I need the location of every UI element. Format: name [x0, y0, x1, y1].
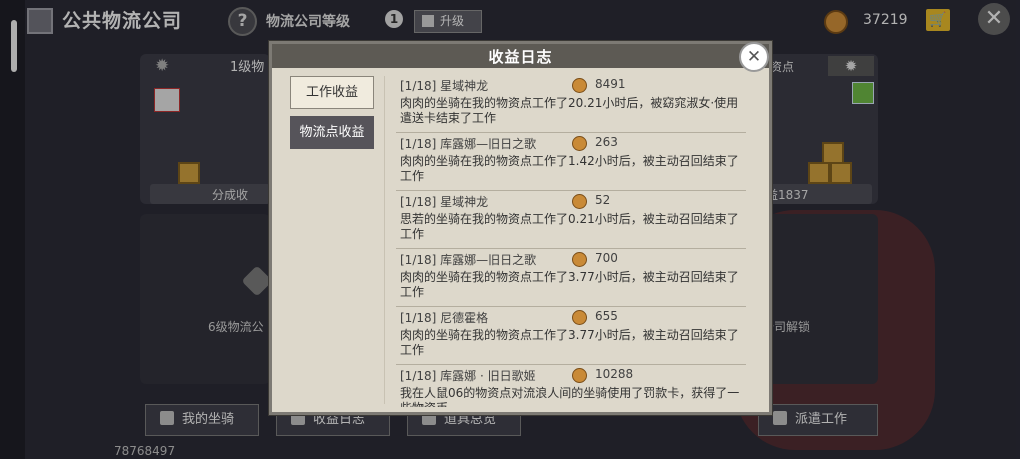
coin-icon — [572, 368, 587, 383]
log-amount: 10288 — [595, 367, 634, 381]
log-amount: 700 — [595, 251, 618, 265]
log-amount: 52 — [595, 193, 611, 207]
log-body: 肉肉的坐骑在我的物资点工作了20.21小时后，被窈窕淑女·使用遣送卡结束了工作 — [400, 96, 739, 125]
log-head: [1/18] 库露娜—旧日之歌 — [400, 137, 537, 151]
coin-icon — [572, 252, 587, 267]
list-item: [1/18] 库露娜—旧日之歌 263 肉肉的坐骑在我的物资点工作了1.42小时… — [396, 133, 746, 191]
coin-icon — [572, 136, 587, 151]
list-item: [1/18] 库露娜 · 旧日歌姬 10288 我在人鼠06的物资点对流浪人间的… — [396, 365, 746, 407]
tab-logistics-point-income[interactable]: 物流点收益 — [290, 116, 374, 149]
log-amount: 263 — [595, 135, 618, 149]
tab-work-income[interactable]: 工作收益 — [290, 76, 374, 109]
log-body: 肉肉的坐骑在我的物资点工作了3.77小时后，被主动召回结束了工作 — [400, 270, 739, 299]
income-log-modal: 收益日志 ✕ 工作收益 物流点收益 [1/18] 星域神龙 8491 肉肉的坐骑… — [269, 41, 772, 415]
close-icon[interactable]: ✕ — [739, 42, 769, 72]
log-list[interactable]: [1/18] 星域神龙 8491 肉肉的坐骑在我的物资点工作了20.21小时后，… — [396, 75, 746, 407]
divider — [384, 76, 385, 404]
list-item: [1/18] 库露娜—旧日之歌 700 肉肉的坐骑在我的物资点工作了3.77小时… — [396, 249, 746, 307]
log-head: [1/18] 库露娜 · 旧日歌姬 — [400, 369, 536, 383]
log-head: [1/18] 库露娜—旧日之歌 — [400, 253, 537, 267]
list-item: [1/18] 尼德霍格 655 肉肉的坐骑在我的物资点工作了3.77小时后，被主… — [396, 307, 746, 365]
modal-title: 收益日志 — [488, 48, 553, 66]
log-amount: 8491 — [595, 77, 626, 91]
modal-header: 收益日志 — [272, 44, 769, 68]
log-amount: 655 — [595, 309, 618, 323]
log-head: [1/18] 星域神龙 — [400, 195, 489, 209]
log-head: [1/18] 尼德霍格 — [400, 311, 489, 325]
list-item: [1/18] 星域神龙 52 思若的坐骑在我的物资点工作了0.21小时后，被主动… — [396, 191, 746, 249]
log-body: 肉肉的坐骑在我的物资点工作了3.77小时后，被主动召回结束了工作 — [400, 328, 739, 357]
log-body: 思若的坐骑在我的物资点工作了0.21小时后，被主动召回结束了工作 — [400, 212, 739, 241]
log-body: 我在人鼠06的物资点对流浪人间的坐骑使用了罚款卡，获得了一些物资币 — [400, 386, 740, 407]
coin-icon — [572, 194, 587, 209]
coin-icon — [572, 310, 587, 325]
log-head: [1/18] 星域神龙 — [400, 79, 489, 93]
coin-icon — [572, 78, 587, 93]
log-body: 肉肉的坐骑在我的物资点工作了1.42小时后，被主动召回结束了工作 — [400, 154, 739, 183]
list-item: [1/18] 星域神龙 8491 肉肉的坐骑在我的物资点工作了20.21小时后，… — [396, 75, 746, 133]
